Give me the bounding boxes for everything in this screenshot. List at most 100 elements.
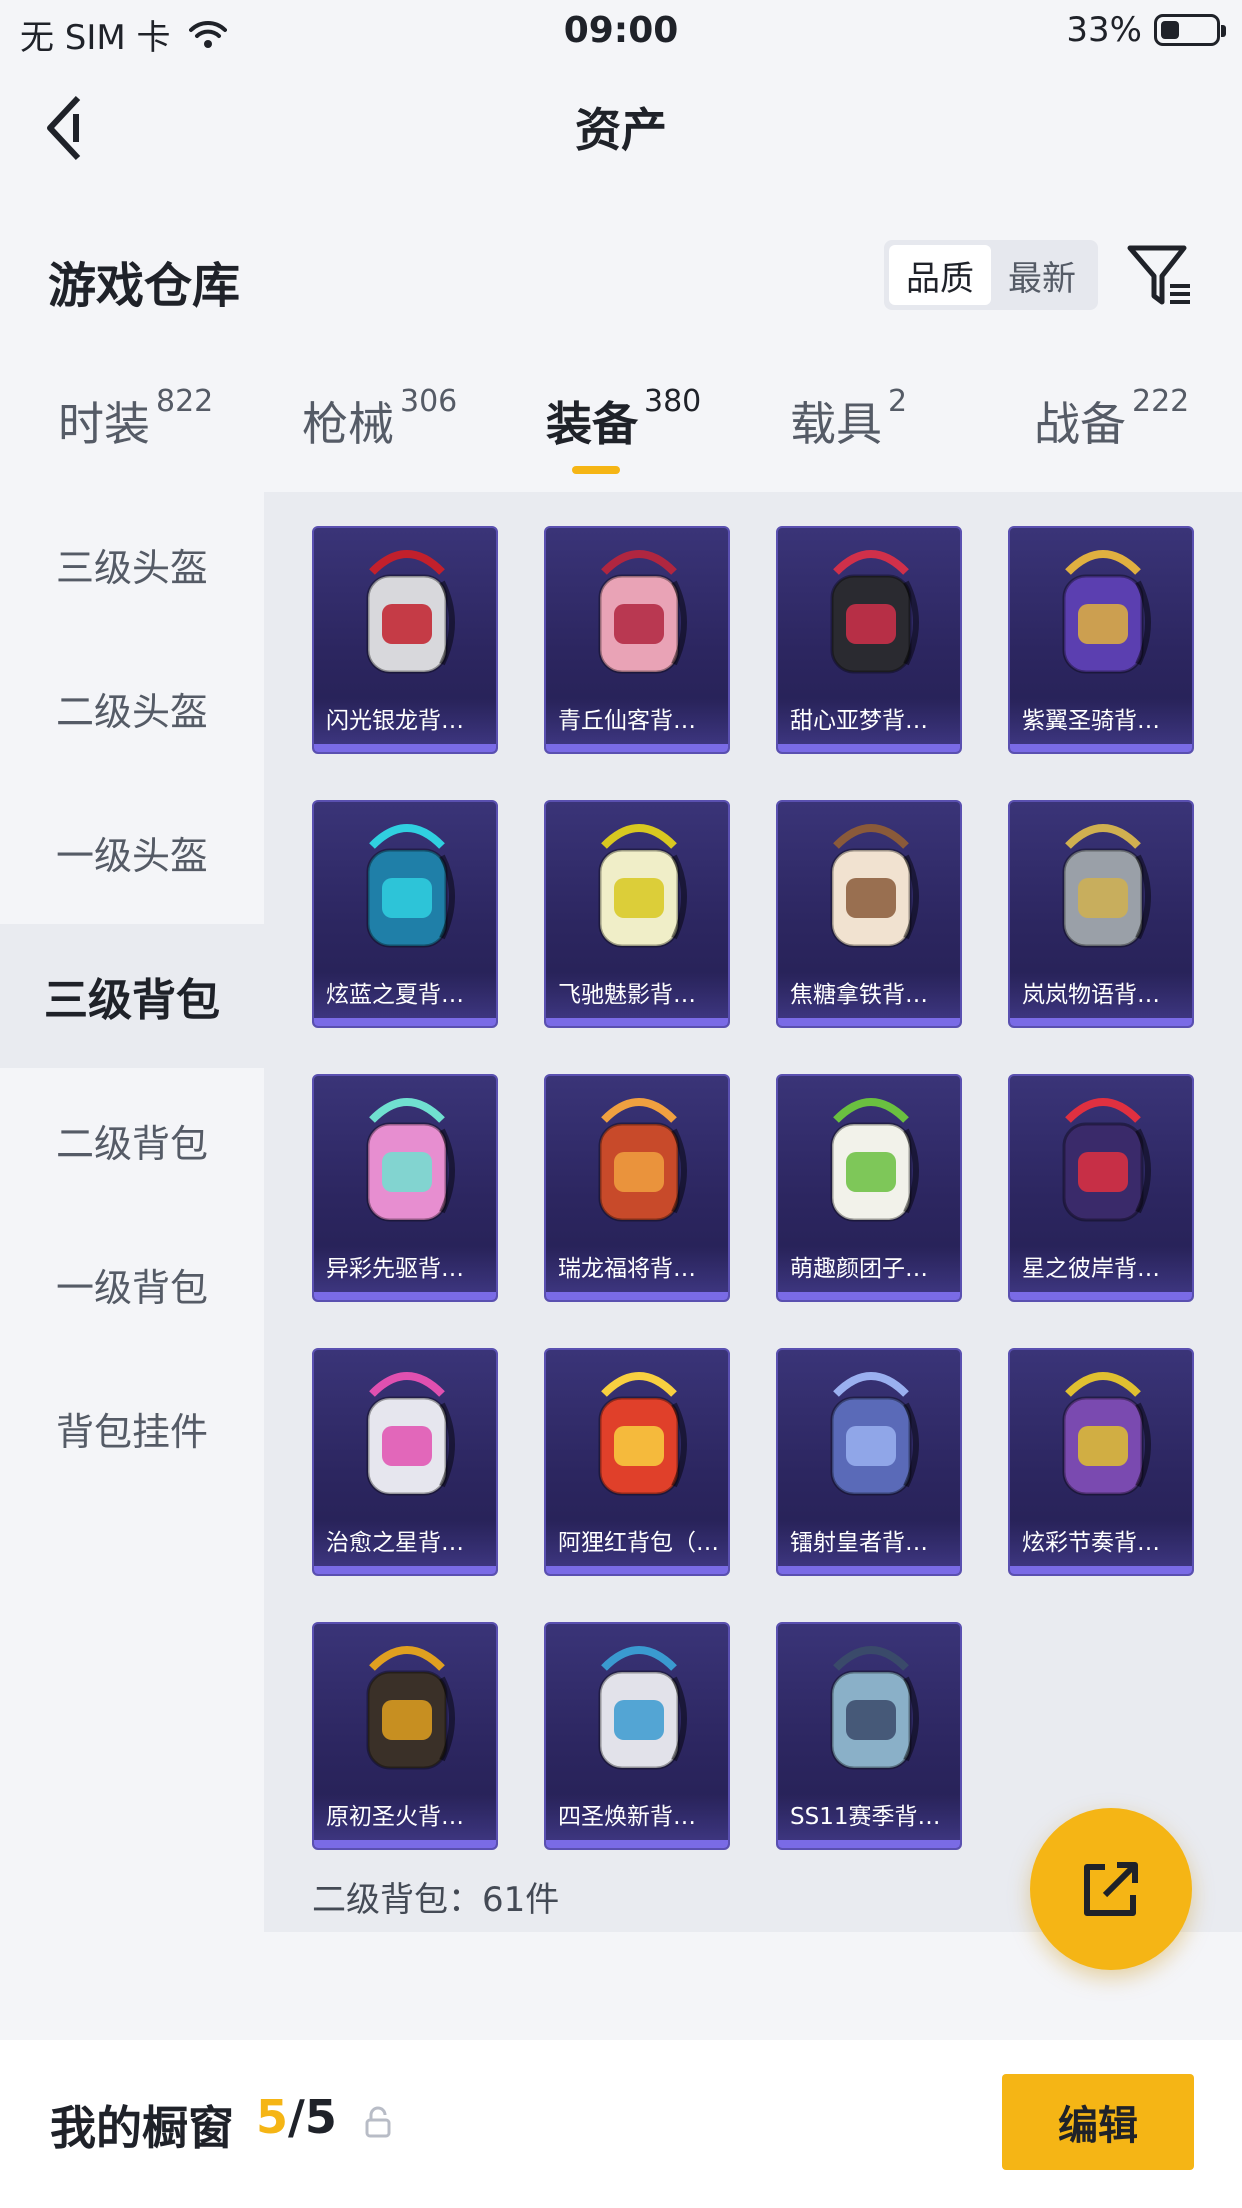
item-count: 二级背包：61件	[312, 1880, 560, 1920]
tab-weapons[interactable]: 枪械 306	[302, 384, 457, 454]
rarity-stripe	[1010, 1018, 1192, 1026]
item-card[interactable]: SS11赛季背…	[776, 1622, 962, 1850]
tab-count: 380	[644, 384, 702, 419]
share-out-icon	[1084, 1862, 1138, 1916]
item-card[interactable]: 紫翼圣骑背…	[1008, 526, 1194, 754]
sidebar-item-helmet-2[interactable]: 二级头盔	[0, 636, 264, 780]
tab-label: 装备	[546, 397, 638, 451]
battery-icon	[1154, 14, 1226, 46]
showcase-count: 5/5	[256, 2090, 337, 2144]
healing-star-icon	[314, 1350, 496, 1528]
ahri-fox-icon	[546, 1350, 728, 1528]
category-tabs: 时装 822 枪械 306 装备 380 载具 2 战备 222	[0, 384, 1242, 480]
item-card[interactable]: 焦糖拿铁背…	[776, 800, 962, 1028]
sort-quality[interactable]: 品质	[889, 245, 991, 305]
battery-level	[1161, 21, 1179, 39]
item-card[interactable]: 飞驰魅影背…	[544, 800, 730, 1028]
lock-icon	[365, 2106, 391, 2138]
rarity-stripe	[778, 1292, 960, 1300]
armor-backpack-icon	[546, 1624, 728, 1802]
item-card[interactable]: 原初圣火背…	[312, 1622, 498, 1850]
sidebar-item-helmet-1[interactable]: 一级头盔	[0, 780, 264, 924]
share-button[interactable]	[1030, 1808, 1192, 1970]
item-card[interactable]: 萌趣颜团子…	[776, 1074, 962, 1302]
page-title: 资产	[575, 103, 667, 157]
rarity-stripe	[314, 744, 496, 752]
item-name: 星之彼岸背…	[1010, 1246, 1192, 1292]
rarity-stripe	[778, 1018, 960, 1026]
sidebar: 三级头盔 二级头盔 一级头盔 三级背包 二级背包 一级背包 背包挂件	[0, 492, 264, 1932]
item-card[interactable]: 炫彩节奏背…	[1008, 1348, 1194, 1576]
item-name: 四圣焕新背…	[546, 1794, 728, 1840]
sidebar-item-helmet-3[interactable]: 三级头盔	[0, 492, 264, 636]
rarity-stripe	[1010, 1566, 1192, 1574]
item-name: 瑞龙福将背…	[546, 1246, 728, 1292]
item-name: 焦糖拿铁背…	[778, 972, 960, 1018]
status-right: 33%	[1066, 10, 1226, 50]
battery-percent: 33%	[1066, 10, 1142, 50]
dragon-helmet-icon	[314, 528, 496, 706]
item-card[interactable]: 炫蓝之夏背…	[312, 800, 498, 1028]
quilted-backpack-icon	[778, 528, 960, 706]
rarity-stripe	[314, 1566, 496, 1574]
rarity-stripe	[546, 1840, 728, 1848]
item-card[interactable]: 瑞龙福将背…	[544, 1074, 730, 1302]
tab-indicator	[572, 466, 620, 474]
item-name: 炫彩节奏背…	[1010, 1520, 1192, 1566]
item-card[interactable]: 青丘仙客背…	[544, 526, 730, 754]
sidebar-item-backpack-charm[interactable]: 背包挂件	[0, 1356, 264, 1500]
tab-equipment[interactable]: 装备 380	[546, 384, 701, 454]
crest-backpack-icon	[1010, 802, 1192, 980]
tab-vehicles[interactable]: 载具 2	[790, 384, 907, 454]
item-name: 镭射皇者背…	[778, 1520, 960, 1566]
sidebar-item-backpack-1[interactable]: 一级背包	[0, 1212, 264, 1356]
tab-gear[interactable]: 战备 222	[1034, 384, 1189, 454]
filter-button[interactable]	[1124, 240, 1196, 312]
nav-bar: 资产	[0, 72, 1242, 182]
rarity-stripe	[546, 1292, 728, 1300]
item-card[interactable]: 治愈之星背…	[312, 1348, 498, 1576]
astro-backpack-icon	[1010, 1076, 1192, 1254]
item-card[interactable]: 闪光银龙背…	[312, 526, 498, 754]
item-name: 阿狸红背包（…	[546, 1520, 728, 1566]
item-card[interactable]: 四圣焕新背…	[544, 1622, 730, 1850]
rarity-stripe	[1010, 1292, 1192, 1300]
tab-count: 306	[400, 384, 458, 419]
tab-label: 战备	[1034, 397, 1126, 451]
rarity-stripe	[314, 1018, 496, 1026]
status-bar: 无 SIM 卡 09:00 33%	[0, 0, 1242, 62]
sidebar-item-backpack-2[interactable]: 二级背包	[0, 1068, 264, 1212]
tab-label: 载具	[790, 397, 882, 451]
showcase-label: 我的橱窗	[50, 2101, 234, 2155]
knight-backpack-icon	[1010, 528, 1192, 706]
item-name: SS11赛季背…	[778, 1794, 960, 1840]
item-card[interactable]: 星之彼岸背…	[1008, 1074, 1194, 1302]
item-card[interactable]: 岚岚物语背…	[1008, 800, 1194, 1028]
sort-newest[interactable]: 最新	[991, 245, 1093, 305]
item-card[interactable]: 甜心亚梦背…	[776, 526, 962, 754]
item-name: 异彩先驱背…	[314, 1246, 496, 1292]
item-name: 紫翼圣骑背…	[1010, 698, 1192, 744]
sidebar-item-backpack-3[interactable]: 三级背包	[0, 924, 264, 1068]
pastel-backpack-icon	[314, 1076, 496, 1254]
rarity-stripe	[778, 744, 960, 752]
dragon-warrior-icon	[546, 1076, 728, 1254]
item-name: 治愈之星背…	[314, 1520, 496, 1566]
item-grid-panel: 闪光银龙背… 青丘仙客背… 甜心亚梦背… 紫翼圣骑背… 炫蓝之夏背… 飞驰魅影背… 焦糖拿铁…	[264, 492, 1242, 1932]
item-name: 炫蓝之夏背…	[314, 972, 496, 1018]
edit-button[interactable]: 编辑	[1002, 2074, 1194, 2170]
fox-backpack-icon	[546, 528, 728, 706]
rarity-stripe	[1010, 744, 1192, 752]
season-backpack-icon	[778, 1624, 960, 1802]
item-card[interactable]: 镭射皇者背…	[776, 1348, 962, 1576]
item-name: 飞驰魅影背…	[546, 972, 728, 1018]
tab-label: 时装	[58, 397, 150, 451]
showcase-total: /5	[288, 2090, 337, 2144]
item-card[interactable]: 阿狸红背包（…	[544, 1348, 730, 1576]
item-card[interactable]: 异彩先驱背…	[312, 1074, 498, 1302]
status-time: 09:00	[563, 10, 679, 51]
mochi-backpack-icon	[778, 1076, 960, 1254]
tab-fashion[interactable]: 时装 822	[58, 384, 213, 454]
rarity-stripe	[314, 1292, 496, 1300]
flame-backpack-icon	[314, 1624, 496, 1802]
